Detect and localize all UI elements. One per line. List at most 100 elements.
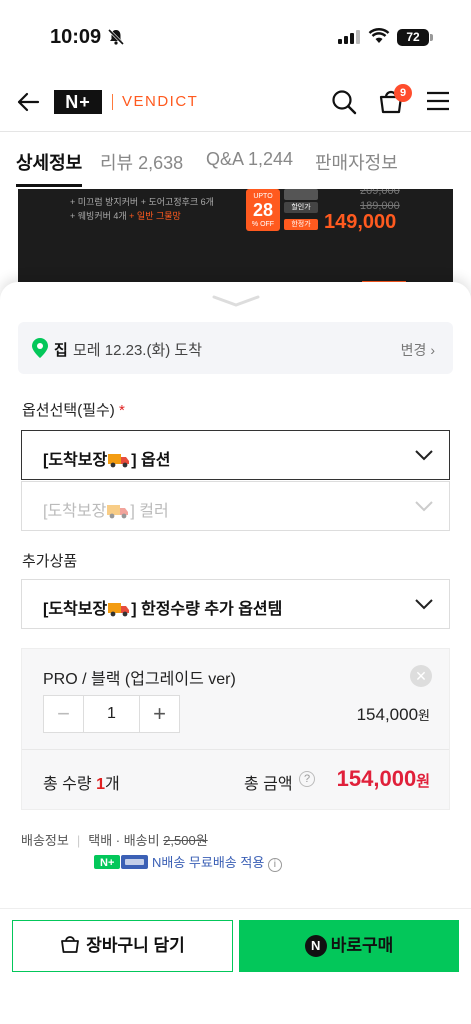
product-detail-image: + 미끄럼 방지커버 + 도어고정후크 6개 + 웨빙커버 4개 + 일반 그물… bbox=[18, 189, 453, 289]
delivery-place: 집 bbox=[54, 342, 68, 359]
option2-suffix: ] 컬러 bbox=[130, 503, 169, 520]
info-icon[interactable]: i bbox=[267, 858, 282, 872]
naver-n-icon: N bbox=[304, 935, 327, 957]
tab-qna[interactable]: Q&A 1,244 bbox=[206, 149, 293, 170]
option-select-color[interactable]: [도착보장 ] 컬러 bbox=[21, 481, 450, 531]
quantity-stepper: − 1 + bbox=[43, 695, 180, 733]
remove-item-close-icon[interactable]: ✕ bbox=[410, 665, 432, 687]
selected-item-card: PRO / 블랙 (업그레이드 ver) ✕ − 1 + 154,000원 총 … bbox=[21, 648, 450, 810]
total-price-value: 154,000 bbox=[336, 766, 417, 791]
shipping-method: 택배 · 배송비 bbox=[88, 833, 164, 848]
quantity-value[interactable]: 1 bbox=[84, 696, 139, 732]
item-price-value: 154,000 bbox=[356, 705, 419, 724]
discount-badge: UPTO 28 % OFF bbox=[246, 189, 280, 231]
bell-muted-icon bbox=[107, 28, 125, 46]
total-amount-label: 총 금액 bbox=[244, 776, 293, 793]
shopping-bag-icon bbox=[61, 936, 80, 953]
delivery-truck-icon bbox=[108, 603, 130, 617]
shipping-label: 배송정보 bbox=[21, 833, 69, 848]
delivery-truck-icon bbox=[108, 454, 130, 468]
add-to-cart-button[interactable]: 장바구니 담기 bbox=[12, 920, 233, 972]
banner-line-2-highlight: + 일반 그물망 bbox=[129, 211, 181, 221]
discount-price-pill: 할인가 bbox=[284, 202, 318, 213]
option1-suffix: ] 옵션 bbox=[131, 452, 171, 469]
price-pill-top bbox=[284, 189, 318, 200]
extra-prefix: [도착보장 bbox=[43, 601, 108, 618]
wifi-icon bbox=[368, 28, 390, 43]
naver-membership-badge-icon: N+ bbox=[94, 855, 148, 869]
upto-off: % OFF bbox=[251, 221, 275, 228]
shipping-fee: 2,500원 bbox=[163, 833, 208, 848]
banner-line-2-prefix: + 웨빙커버 4개 bbox=[70, 211, 130, 221]
buy-now-button[interactable]: N 바로구매 bbox=[239, 920, 459, 972]
logo-divider bbox=[112, 94, 113, 110]
chevron-down-icon bbox=[415, 599, 433, 610]
limited-price: 149,000 bbox=[324, 211, 397, 233]
extra-suffix: ] 한정수량 추가 옵션템 bbox=[131, 601, 283, 618]
purchase-bottom-sheet: 집 모레 12.23.(화) 도착 변경 › 옵션선택(필수) * [도착보장]… bbox=[0, 282, 471, 1024]
item-price-currency: 원 bbox=[418, 708, 430, 723]
original-price: 209,000 bbox=[360, 189, 400, 197]
option1-prefix: [도착보장 bbox=[43, 452, 108, 469]
shipping-info: 배송정보 | 택배 · 배송비 2,500원 bbox=[21, 830, 208, 849]
total-price-currency: 원 bbox=[416, 773, 430, 790]
chevron-down-icon bbox=[415, 501, 433, 512]
status-time: 10:09 bbox=[50, 26, 102, 48]
extra-product-select-text: [도착보장 ] 한정수량 추가 옵션템 bbox=[43, 595, 282, 619]
add-to-cart-label: 장바구니 담기 bbox=[86, 936, 185, 955]
upto-label: UPTO bbox=[253, 193, 273, 200]
total-qty-unit: 개 bbox=[104, 776, 120, 793]
option-select-main[interactable]: [도착보장 ] 옵션 bbox=[21, 430, 450, 480]
battery-icon: 72 bbox=[397, 29, 429, 46]
back-arrow-icon[interactable] bbox=[16, 90, 40, 114]
tab-reviews[interactable]: 리뷰 2,638 bbox=[100, 149, 183, 175]
chevron-right-icon: › bbox=[430, 342, 435, 358]
battery-tip bbox=[430, 34, 433, 41]
top-nav: N+ VENDICT 9 bbox=[0, 72, 471, 132]
limited-price-pill: 한정가 bbox=[284, 219, 318, 230]
status-bar: 10:09 72 bbox=[0, 0, 471, 72]
total-amount: 154,000원 bbox=[337, 766, 430, 792]
svg-text:N+: N+ bbox=[100, 857, 114, 869]
banner-line-2: + 웨빙커버 4개 + 일반 그물망 bbox=[70, 209, 181, 222]
delivery-address-bar[interactable]: 집 모레 12.23.(화) 도착 변경 › bbox=[18, 322, 453, 374]
banner-line-1: + 미끄럼 방지커버 + 도어고정후크 6개 bbox=[70, 197, 214, 207]
required-mark: * bbox=[118, 402, 125, 419]
product-tabs: 상세정보 리뷰 2,638 Q&A 1,244 판매자정보 bbox=[0, 133, 471, 189]
total-quantity: 총 수량 1개 bbox=[43, 770, 120, 794]
cart-count-badge: 9 bbox=[394, 84, 412, 102]
option-section-label: 옵션선택(필수) * bbox=[22, 399, 125, 420]
divider bbox=[22, 749, 449, 750]
tab-seller-info[interactable]: 판매자정보 bbox=[315, 149, 398, 175]
option-select-color-text: [도착보장 ] 컬러 bbox=[43, 497, 169, 521]
total-qty-value: 1 bbox=[96, 776, 105, 793]
nplus-logo[interactable]: N+ bbox=[54, 90, 102, 114]
selected-item-name: PRO / 블랙 (업그레이드 ver) bbox=[43, 671, 236, 688]
delivery-date: 모레 12.23.(화) 도착 bbox=[73, 342, 203, 359]
location-pin-icon bbox=[32, 338, 48, 358]
signal-icon bbox=[338, 30, 360, 44]
buy-now-label: 바로구매 bbox=[330, 936, 394, 955]
upto-value: 28 bbox=[252, 200, 274, 220]
delivery-truck-icon bbox=[107, 505, 129, 519]
hamburger-menu-icon[interactable] bbox=[426, 90, 450, 112]
search-icon[interactable] bbox=[331, 89, 357, 115]
extra-products-label: 추가상품 bbox=[22, 553, 78, 570]
tab-details[interactable]: 상세정보 bbox=[16, 149, 82, 175]
option2-prefix: [도착보장 bbox=[43, 503, 107, 520]
option-label-text: 옵션선택(필수) bbox=[22, 402, 115, 419]
sheet-collapse-handle-icon[interactable] bbox=[212, 294, 260, 308]
selected-item-price: 154,000원 bbox=[357, 705, 430, 725]
brand-name[interactable]: VENDICT bbox=[122, 93, 198, 110]
free-shipping-text: N배송 무료배송 적용 bbox=[152, 855, 265, 870]
quantity-decrease-button[interactable]: − bbox=[44, 696, 84, 732]
help-question-icon[interactable]: ? bbox=[299, 771, 315, 787]
change-address-link[interactable]: 변경 › bbox=[401, 340, 435, 360]
free-shipping-notice: N+ N배송 무료배송 적용 i bbox=[94, 852, 282, 872]
active-tab-indicator bbox=[16, 184, 82, 187]
chevron-down-icon bbox=[415, 450, 433, 461]
quantity-increase-button[interactable]: + bbox=[139, 696, 179, 732]
extra-product-select[interactable]: [도착보장 ] 한정수량 추가 옵션템 bbox=[21, 579, 450, 629]
shipping-separator: | bbox=[76, 833, 81, 848]
divider bbox=[0, 908, 471, 909]
